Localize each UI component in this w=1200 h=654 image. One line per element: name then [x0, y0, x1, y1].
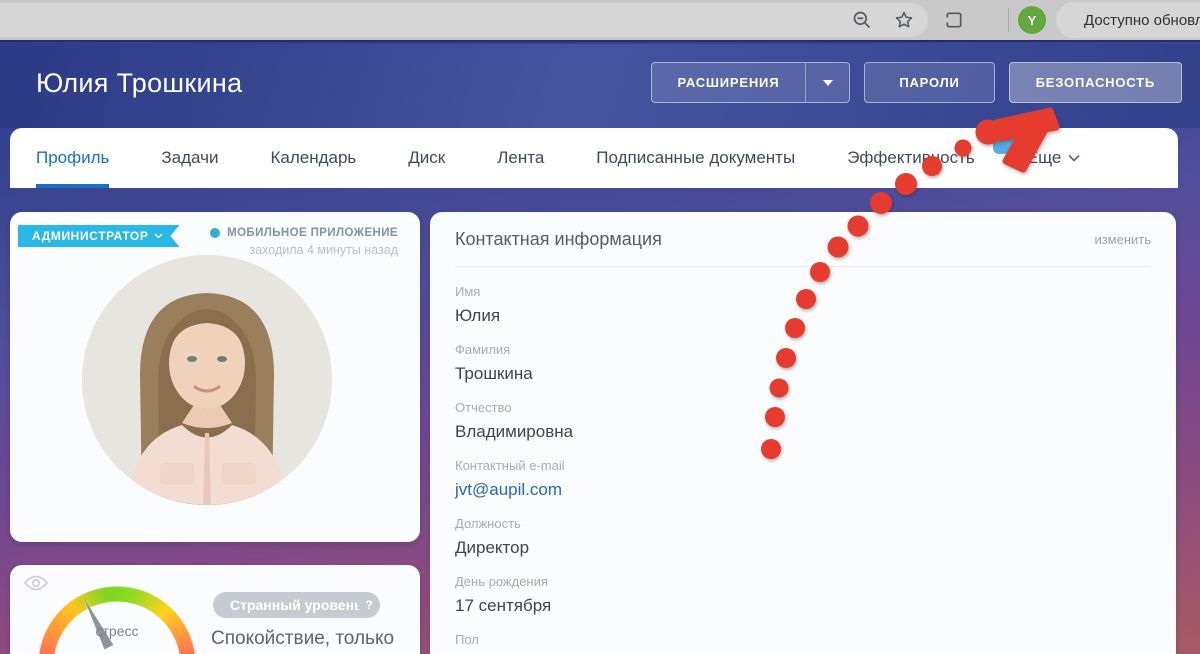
tab-efficiency[interactable]: Эффективность [847, 128, 975, 188]
field-label: Пол [455, 631, 1151, 648]
edit-contact-link[interactable]: изменить [1094, 232, 1151, 247]
browser-toolbar: Y Доступно обновлен [0, 0, 1200, 40]
tab-drive-label: Диск [408, 148, 445, 168]
contact-fields-list: Имя Юлия Фамилия Трошкина Отчество Влади… [430, 267, 1176, 648]
help-question-icon[interactable]: ? [358, 594, 380, 616]
chevron-down-icon [823, 80, 833, 86]
online-dot-icon [210, 228, 220, 238]
security-button-label: БЕЗОПАСНОСТЬ [1036, 75, 1155, 90]
field-gender: Пол [455, 631, 1151, 648]
tab-efficiency-label: Эффективность [847, 148, 975, 168]
tab-calendar-label: Календарь [270, 148, 356, 168]
address-bar[interactable] [0, 3, 928, 37]
email-link[interactable]: jvt@aupil.com [455, 478, 1151, 502]
stress-description: Спокойствие, только спокойствие [211, 625, 394, 654]
extensions-button-label: РАСШИРЕНИЯ [652, 75, 806, 90]
field-label: Имя [455, 283, 1151, 300]
stress-description-line1: Спокойствие, только [211, 625, 394, 653]
field-first-name: Имя Юлия [455, 283, 1151, 328]
tab-tasks-label: Задачи [161, 148, 218, 168]
security-button[interactable]: БЕЗОПАСНОСТЬ [1009, 62, 1182, 103]
field-value: Юлия [455, 304, 1151, 328]
stress-level-card: стресс 35 % Странный уровень ? Спокойств… [10, 565, 420, 654]
chevron-down-icon [154, 233, 163, 239]
tab-signed-documents[interactable]: Подписанные документы [596, 128, 795, 188]
field-label: День рождения [455, 573, 1151, 590]
hero-buttons: РАСШИРЕНИЯ ПАРОЛИ БЕЗОПАСНОСТЬ [651, 62, 1182, 103]
field-middle-name: Отчество Владимировна [455, 399, 1151, 444]
page-title: Юлия Трошкина [36, 68, 242, 99]
passwords-button-label: ПАРОЛИ [899, 75, 959, 90]
tab-calendar[interactable]: Календарь [270, 128, 356, 188]
page-background: Юлия Трошкина РАСШИРЕНИЯ ПАРОЛИ БЕЗОПАСН… [0, 40, 1200, 654]
tab-drive[interactable]: Диск [408, 128, 445, 188]
contact-info-card: Контактная информация изменить Имя Юлия … [430, 212, 1176, 654]
field-last-name: Фамилия Трошкина [455, 341, 1151, 386]
efficiency-percent-badge [993, 128, 1023, 154]
browser-update-chip[interactable]: Доступно обновлен [1056, 2, 1200, 38]
field-value: 17 сентября [455, 594, 1151, 618]
extensions-dropdown-toggle[interactable] [805, 63, 849, 102]
bookmark-star-icon[interactable] [894, 10, 914, 30]
stress-gauge: стресс 35 % [38, 585, 196, 654]
browser-profile-avatar[interactable]: Y [1018, 6, 1046, 34]
chevron-down-icon [1068, 154, 1080, 162]
last-seen-label: заходила 4 минуты назад [210, 243, 398, 257]
zoom-out-icon[interactable] [852, 10, 872, 30]
profile-hero: Юлия Трошкина РАСШИРЕНИЯ ПАРОЛИ БЕЗОПАСН… [0, 44, 1200, 128]
tab-signed-documents-label: Подписанные документы [596, 148, 795, 168]
field-birthday: День рождения 17 сентября [455, 573, 1151, 618]
gauge-label: стресс [38, 623, 196, 639]
field-label: Отчество [455, 399, 1151, 416]
contact-card-header: Контактная информация изменить [430, 212, 1176, 250]
stress-level-badge: Странный уровень [213, 592, 380, 618]
field-label: Фамилия [455, 341, 1151, 358]
field-value: Трошкина [455, 362, 1151, 386]
field-label: Контактный e-mail [455, 457, 1151, 474]
tab-more[interactable]: Еще [1027, 128, 1081, 188]
field-label: Должность [455, 515, 1151, 532]
extensions-icon[interactable] [944, 10, 964, 30]
tab-feed[interactable]: Лента [497, 128, 544, 188]
admin-role-label: АДМИНИСТРАТОР [32, 229, 148, 243]
field-position: Должность Директор [455, 515, 1151, 560]
tab-profile-label: Профиль [36, 148, 109, 168]
toolbar-divider [1008, 8, 1009, 32]
contact-card-title: Контактная информация [455, 229, 662, 250]
tab-more-label: Еще [1027, 148, 1062, 168]
avatar-photo [82, 255, 332, 505]
extensions-button[interactable]: РАСШИРЕНИЯ [651, 62, 851, 103]
passwords-button[interactable]: ПАРОЛИ [864, 62, 994, 103]
field-value: Директор [455, 536, 1151, 560]
presence-title-label: МОБИЛЬНОЕ ПРИЛОЖЕНИЕ [227, 227, 398, 239]
presence-status: МОБИЛЬНОЕ ПРИЛОЖЕНИЕ заходила 4 минуты н… [210, 227, 398, 257]
admin-role-badge[interactable]: АДМИНИСТРАТОР [18, 225, 179, 247]
user-avatar[interactable] [82, 255, 332, 505]
field-value: Владимировна [455, 420, 1151, 444]
gauge-arc [38, 585, 196, 654]
field-email: Контактный e-mail jvt@aupil.com [455, 457, 1151, 502]
tab-tasks[interactable]: Задачи [161, 128, 218, 188]
presence-title-row: МОБИЛЬНОЕ ПРИЛОЖЕНИЕ [210, 227, 398, 239]
profile-summary-card: АДМИНИСТРАТОР МОБИЛЬНОЕ ПРИЛОЖЕНИЕ заход… [10, 212, 420, 542]
tab-feed-label: Лента [497, 148, 544, 168]
tab-profile[interactable]: Профиль [36, 128, 109, 188]
